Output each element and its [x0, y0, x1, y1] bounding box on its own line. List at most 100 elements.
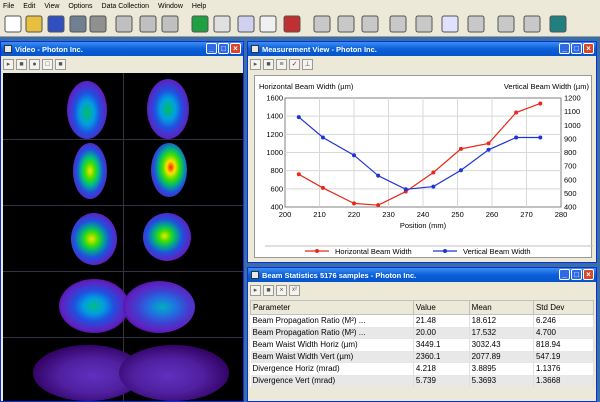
- play-disabled-icon[interactable]: [160, 14, 180, 34]
- stop-icon[interactable]: ■: [263, 58, 274, 70]
- measurement-window[interactable]: Measurement View - Photon Inc. _ □ × ▸ ■…: [247, 41, 597, 263]
- beam-spot: [73, 143, 107, 199]
- snapshot-icon[interactable]: [258, 14, 278, 34]
- menu-window[interactable]: Window: [158, 3, 183, 10]
- menu-view[interactable]: View: [44, 3, 59, 10]
- histogram-icon[interactable]: [414, 14, 434, 34]
- y-right-tick-label: 700: [564, 162, 577, 171]
- data-point: [486, 141, 491, 146]
- beam-image-grid[interactable]: [3, 73, 243, 401]
- play-icon[interactable]: ▸: [3, 58, 14, 70]
- chart3-icon[interactable]: [388, 14, 408, 34]
- waveform-icon[interactable]: [312, 14, 332, 34]
- statistics-title: Beam Statistics 5176 samples - Photon In…: [262, 270, 417, 280]
- y-right-tick-label: 1100: [564, 107, 580, 116]
- table-row[interactable]: Beam Waist Width Horiz (µm) 3449.1 3032.43…: [250, 338, 595, 351]
- column-header-mean[interactable]: Mean: [468, 300, 534, 315]
- list-icon[interactable]: ≡: [276, 58, 287, 70]
- statistics-subtoolbar: ▸ ■ × x²: [250, 283, 594, 297]
- axes-icon[interactable]: ⊥: [302, 58, 313, 70]
- frame-icon[interactable]: □: [42, 58, 53, 70]
- minimize-button[interactable]: _: [559, 43, 570, 54]
- menu-options[interactable]: Options: [68, 3, 92, 10]
- check-icon[interactable]: ✓: [289, 58, 300, 70]
- calibrate-icon[interactable]: [190, 14, 210, 34]
- x-tick-label: 270: [520, 210, 533, 219]
- y-right-tick-label: 400: [564, 203, 577, 212]
- record-icon[interactable]: ●: [29, 58, 40, 70]
- export-chart-icon[interactable]: [548, 14, 568, 34]
- data-point: [352, 201, 356, 206]
- data-point: [538, 101, 543, 106]
- spot-icon[interactable]: [466, 14, 486, 34]
- print-icon[interactable]: [68, 14, 88, 34]
- beam-profile-icon[interactable]: [236, 14, 256, 34]
- cell-mean: 3032.43: [469, 338, 534, 351]
- maximize-button[interactable]: □: [571, 269, 582, 280]
- menu-edit[interactable]: Edit: [23, 3, 35, 10]
- column-header-value[interactable]: Value: [412, 300, 470, 315]
- video-window[interactable]: Video - Photon Inc. _ □ × ▸ ■ ● □ ■: [0, 41, 244, 402]
- cell-value: 2360.1: [413, 350, 470, 363]
- table-row[interactable]: Divergence Horiz (mrad) 4.218 3.8895 1.1376: [250, 362, 595, 375]
- close-button[interactable]: ×: [583, 269, 594, 280]
- table-row[interactable]: Beam Propagation Ratio (M²) ... 21.48 18.6…: [250, 314, 595, 327]
- data-point: [458, 146, 463, 151]
- pause-icon[interactable]: ■: [55, 58, 66, 70]
- cell-std-dev: 1.1376: [533, 362, 595, 375]
- statistics-chart-icon[interactable]: [440, 14, 460, 34]
- data-point: [514, 135, 519, 140]
- legend-label: Horizontal Beam Width: [335, 247, 412, 256]
- table-row[interactable]: Beam Waist Width Vert (µm) 2360.1 2077.89 5…: [250, 350, 595, 363]
- y-left-tick-label: 1600: [266, 94, 283, 103]
- maximize-button[interactable]: □: [218, 43, 229, 54]
- column-header-parameter[interactable]: Parameter: [250, 300, 414, 315]
- legend-marker: [315, 249, 319, 253]
- open-folder-icon[interactable]: [24, 14, 44, 34]
- camera-icon[interactable]: [282, 14, 302, 34]
- graph-disabled-icon[interactable]: [114, 14, 134, 34]
- cursor-disabled-icon[interactable]: [138, 14, 158, 34]
- play-icon[interactable]: ▸: [250, 284, 261, 296]
- save-icon[interactable]: [46, 14, 66, 34]
- table-row[interactable]: Divergence Vert (mrad) 5.739 5.3693 1.3668: [250, 374, 595, 387]
- statistics-titlebar[interactable]: Beam Statistics 5176 samples - Photon In…: [248, 268, 596, 282]
- cell-parameter: Beam Propagation Ratio (M²) ...: [250, 314, 414, 327]
- minimize-button[interactable]: _: [206, 43, 217, 54]
- play-icon[interactable]: ▸: [250, 58, 261, 70]
- stop-icon[interactable]: ■: [16, 58, 27, 70]
- cell-mean: 3.8895: [469, 362, 534, 375]
- table-icon[interactable]: [522, 14, 542, 34]
- video-titlebar[interactable]: Video - Photon Inc. _ □ ×: [1, 42, 243, 56]
- clear-icon[interactable]: ×: [276, 284, 287, 296]
- formula-icon[interactable]: x²: [289, 284, 300, 296]
- y-left-tick-label: 1200: [266, 130, 283, 139]
- maximize-button[interactable]: □: [571, 43, 582, 54]
- minimize-button[interactable]: _: [559, 269, 570, 280]
- close-button[interactable]: ×: [583, 43, 594, 54]
- capture-icon[interactable]: [212, 14, 232, 34]
- close-button[interactable]: ×: [230, 43, 241, 54]
- menu-bar: File Edit View Options Data Collection Window…: [0, 0, 600, 12]
- y-right-axis-label: Vertical Beam Width (µm): [504, 82, 590, 91]
- chart2-icon[interactable]: [360, 14, 380, 34]
- y-right-tick-label: 600: [564, 175, 577, 184]
- table-row[interactable]: Beam Propagation Ratio (M²) ... 20.00 17.5…: [250, 326, 595, 339]
- menu-help[interactable]: Help: [192, 3, 206, 10]
- cell-std-dev: 4.700: [533, 326, 595, 339]
- scatter-icon[interactable]: [496, 14, 516, 34]
- column-header-std-dev[interactable]: Std Dev: [532, 300, 595, 315]
- beam-spot: [123, 281, 195, 333]
- x-tick-label: 250: [451, 210, 464, 219]
- statistics-window[interactable]: Beam Statistics 5176 samples - Photon In…: [247, 267, 597, 402]
- new-file-icon[interactable]: [3, 14, 23, 34]
- beam-spot: [71, 213, 117, 265]
- measurement-titlebar[interactable]: Measurement View - Photon Inc. _ □ ×: [248, 42, 596, 56]
- y-left-axis-label: Horizontal Beam Width (µm): [259, 82, 354, 91]
- help-cursor-icon[interactable]: [88, 14, 108, 34]
- profile-chart-icon[interactable]: [336, 14, 356, 34]
- menu-file[interactable]: File: [3, 3, 14, 10]
- cell-parameter: Beam Waist Width Horiz (µm): [250, 338, 414, 351]
- menu-data-collection[interactable]: Data Collection: [102, 3, 149, 10]
- stop-icon[interactable]: ■: [263, 284, 274, 296]
